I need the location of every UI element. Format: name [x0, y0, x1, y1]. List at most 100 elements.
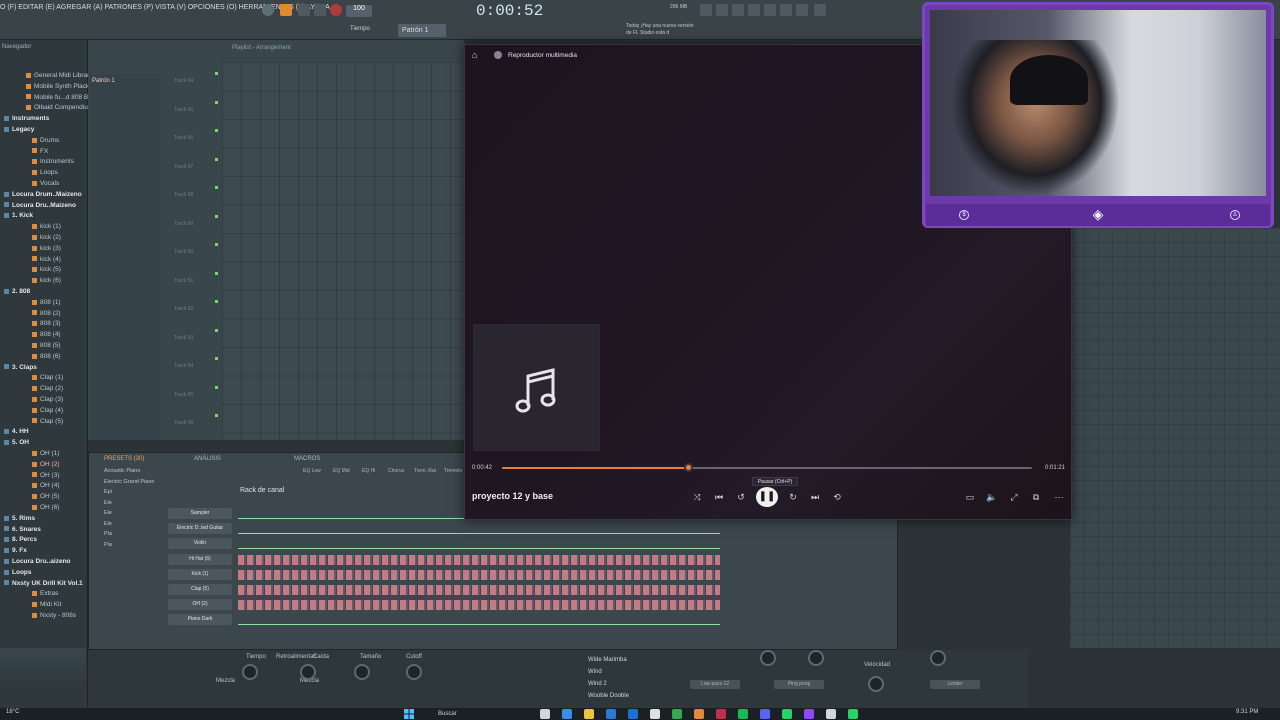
- browser-item[interactable]: 3. Claps: [4, 364, 37, 371]
- presets-tab[interactable]: PRESETS (30): [104, 456, 144, 462]
- channel-row[interactable]: Electric D..ted Guitar: [118, 523, 884, 535]
- media-player-task-icon[interactable]: [716, 709, 726, 719]
- track-label[interactable]: Track 69: [174, 221, 193, 227]
- browser-item[interactable]: kick (1): [32, 223, 61, 230]
- channel-name-button[interactable]: Kick (1): [168, 568, 232, 580]
- preset-item[interactable]: Pla: [104, 542, 112, 548]
- app-icon[interactable]: [650, 709, 660, 719]
- browser-item[interactable]: Clap (2): [32, 385, 63, 392]
- track-label[interactable]: Track 53: [174, 335, 193, 341]
- taskbar-search[interactable]: Buscar: [424, 709, 504, 719]
- browser-item[interactable]: Legacy: [4, 126, 34, 133]
- track-label[interactable]: Track 52: [174, 306, 193, 312]
- knob[interactable]: [760, 650, 776, 666]
- knob[interactable]: [300, 664, 316, 680]
- preset-item[interactable]: Electric Grand Piano: [104, 479, 154, 485]
- browser-item[interactable]: Loops: [4, 569, 32, 576]
- miniplayer-icon[interactable]: ▭: [963, 490, 977, 504]
- instrument-preset-item[interactable]: Wind 2: [588, 681, 607, 687]
- analisis-tab[interactable]: ANÁLISIS: [194, 456, 221, 462]
- instrument-preset-item[interactable]: Wooble Dooble: [588, 693, 629, 699]
- channel-name-button[interactable]: Hi Hat (6): [168, 553, 232, 565]
- cast-icon[interactable]: ⧉: [1029, 490, 1043, 504]
- seek-thumb[interactable]: [683, 463, 693, 472]
- knob[interactable]: [242, 664, 258, 680]
- pause-button[interactable]: ❚❚: [756, 487, 778, 507]
- browser-item[interactable]: 808 (3): [32, 320, 61, 327]
- browser-item[interactable]: FX: [32, 148, 48, 155]
- plugin-icon[interactable]: [764, 4, 776, 16]
- app-icon[interactable]: [826, 709, 836, 719]
- track-label[interactable]: Track 66: [174, 135, 193, 141]
- browser-item[interactable]: Locura Dru..Maizeno: [4, 202, 76, 209]
- channel-row[interactable]: Clap (5): [118, 584, 884, 596]
- weather-widget[interactable]: 18°C: [6, 709, 19, 715]
- browser-item[interactable]: 6. Snares: [4, 526, 41, 533]
- browser-icon[interactable]: [780, 4, 792, 16]
- edge-icon[interactable]: [562, 709, 572, 719]
- track-label[interactable]: Track 51: [174, 278, 193, 284]
- channel-name-button[interactable]: Clap (5): [168, 584, 232, 595]
- instrument-preset-item[interactable]: Wide Marimba: [588, 657, 627, 663]
- track-label[interactable]: Track 64: [174, 78, 193, 84]
- macros-tab[interactable]: MACROS: [294, 456, 320, 462]
- track-mute-led[interactable]: [215, 414, 218, 417]
- fullscreen-icon[interactable]: ⤢: [1007, 490, 1021, 504]
- browser-item[interactable]: OH (5): [32, 493, 60, 500]
- track-label[interactable]: Track 67: [174, 164, 193, 170]
- preset-item[interactable]: Acoustic Piano: [104, 468, 140, 474]
- effect-mode-button[interactable]: Low pass 12: [690, 680, 740, 689]
- mixer-icon[interactable]: [716, 4, 728, 16]
- download-icon[interactable]: [814, 4, 826, 16]
- track-label[interactable]: Track 56: [174, 420, 193, 426]
- track-mute-led[interactable]: [215, 186, 218, 189]
- knob[interactable]: [406, 664, 422, 680]
- browser-item[interactable]: 2. 808: [4, 288, 30, 295]
- browser-item[interactable]: OH (3): [32, 472, 60, 479]
- fl-pattern-selector[interactable]: Patrón 1: [398, 24, 446, 37]
- browser-item[interactable]: Drums: [32, 137, 59, 144]
- repeat-off-icon[interactable]: ⟲: [830, 490, 844, 504]
- channel-row[interactable]: Violin: [118, 538, 884, 550]
- browser-item[interactable]: 5. Rims: [4, 515, 35, 522]
- browser-item[interactable]: Nxsty - 808s: [32, 612, 76, 619]
- track-mute-led[interactable]: [215, 243, 218, 246]
- help-icon[interactable]: [748, 4, 760, 16]
- discord-icon[interactable]: [760, 709, 770, 719]
- browser-item[interactable]: 808 (2): [32, 310, 61, 317]
- preset-item[interactable]: Ele: [104, 521, 112, 527]
- fl-studio-icon[interactable]: [694, 709, 704, 719]
- playlist-pattern-item[interactable]: Patrón 1: [92, 78, 115, 84]
- chat-icon[interactable]: [796, 4, 808, 16]
- preset-item[interactable]: Ele: [104, 500, 112, 506]
- browser-item[interactable]: 808 (1): [32, 299, 61, 306]
- browser-item[interactable]: 4. HH: [4, 428, 29, 435]
- effect-mode-button[interactable]: Ping pong: [774, 680, 824, 689]
- fl-tempo-display[interactable]: 100: [346, 5, 372, 17]
- browser-item[interactable]: OH (1): [32, 450, 60, 457]
- track-label[interactable]: Track 65: [174, 107, 193, 113]
- track-label[interactable]: Track 54: [174, 363, 193, 369]
- channel-row[interactable]: Piano Dark: [118, 614, 884, 626]
- browser-item[interactable]: kick (5): [32, 266, 61, 273]
- chrome-icon[interactable]: [672, 709, 682, 719]
- browser-item[interactable]: 808 (4): [32, 331, 61, 338]
- rewind-10-icon[interactable]: ↺: [734, 490, 748, 504]
- browser-item[interactable]: OH (4): [32, 482, 60, 489]
- channel-name-button[interactable]: Sampler: [168, 508, 232, 519]
- playlist-grid[interactable]: [222, 62, 464, 440]
- record-icon[interactable]: [262, 4, 274, 16]
- next-icon[interactable]: ⏭: [808, 490, 822, 504]
- browser-item[interactable]: kick (3): [32, 245, 61, 252]
- previous-icon[interactable]: ⏮: [712, 490, 726, 504]
- knob[interactable]: [930, 650, 946, 666]
- preset-item[interactable]: Epi: [104, 489, 112, 495]
- app-icon[interactable]: [848, 709, 858, 719]
- spotify-icon[interactable]: [738, 709, 748, 719]
- track-mute-led[interactable]: [215, 300, 218, 303]
- browser-item[interactable]: Instruments: [4, 115, 49, 122]
- browser-item[interactable]: Extras: [32, 590, 58, 597]
- browser-item[interactable]: 5. OH: [4, 439, 29, 446]
- knob[interactable]: [354, 664, 370, 680]
- pattern-song-toggle[interactable]: [280, 4, 292, 16]
